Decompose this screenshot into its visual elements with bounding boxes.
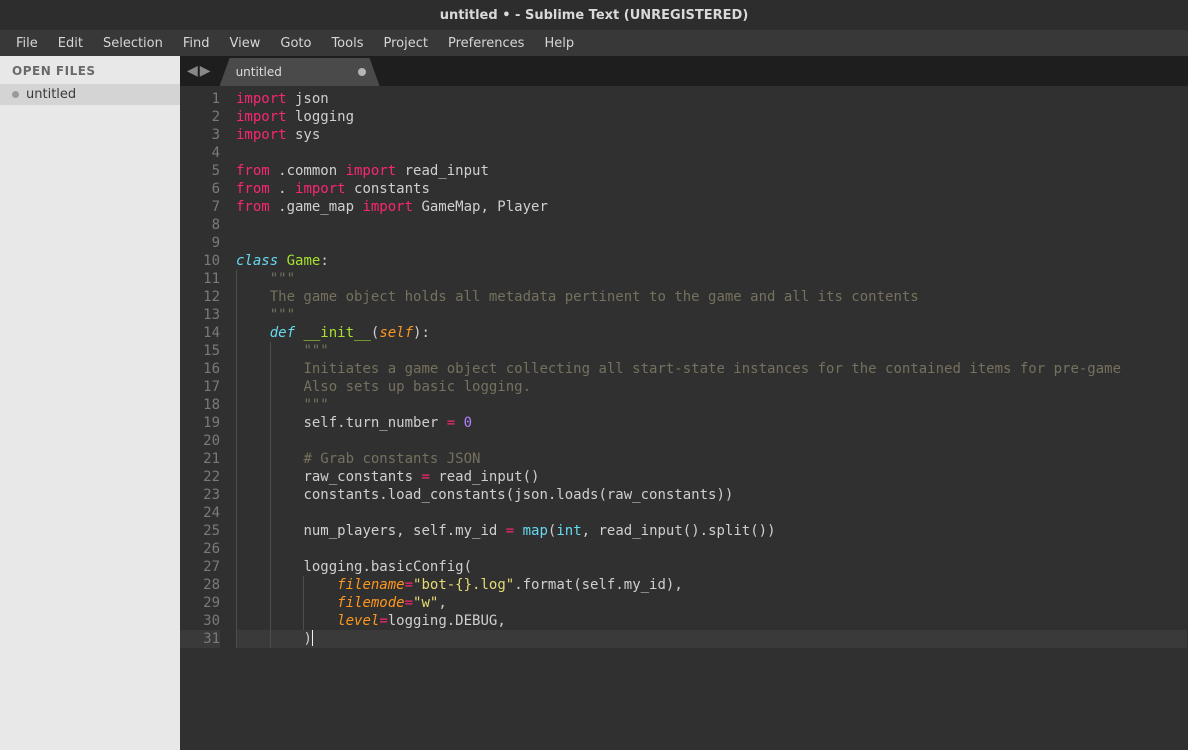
code-line[interactable] — [236, 540, 1187, 558]
line-number: 9 — [180, 234, 220, 252]
menu-help[interactable]: Help — [534, 33, 584, 54]
line-number: 30 — [180, 612, 220, 630]
code-line[interactable] — [236, 144, 1187, 162]
menu-view[interactable]: View — [220, 33, 271, 54]
code-content[interactable]: import jsonimport loggingimport sys from … — [230, 86, 1187, 750]
code-line[interactable]: Initiates a game object collecting all s… — [236, 360, 1187, 378]
code-line[interactable]: filemode="w", — [236, 594, 1187, 612]
line-number: 5 — [180, 162, 220, 180]
code-line[interactable] — [236, 234, 1187, 252]
line-number: 31 — [180, 630, 220, 648]
code-line[interactable]: import sys — [236, 126, 1187, 144]
line-number: 15 — [180, 342, 220, 360]
line-number: 14 — [180, 324, 220, 342]
line-number: 6 — [180, 180, 220, 198]
open-file-item[interactable]: untitled — [0, 84, 180, 105]
line-number: 7 — [180, 198, 220, 216]
line-number: 16 — [180, 360, 220, 378]
menu-tools[interactable]: Tools — [321, 33, 373, 54]
editor-pane: ◀ ▶ untitled 123456789101112131415161718… — [180, 56, 1188, 750]
window-titlebar: untitled • - Sublime Text (UNREGISTERED) — [0, 0, 1188, 30]
code-line[interactable]: raw_constants = read_input() — [236, 468, 1187, 486]
line-number: 4 — [180, 144, 220, 162]
line-number: 21 — [180, 450, 220, 468]
code-line[interactable]: The game object holds all metadata perti… — [236, 288, 1187, 306]
tab-modified-dot-icon — [358, 68, 366, 76]
code-line[interactable]: constants.load_constants(json.loads(raw_… — [236, 486, 1187, 504]
code-line[interactable]: Also sets up basic logging. — [236, 378, 1187, 396]
tab-history-forward-icon[interactable]: ▶ — [199, 63, 212, 79]
tab[interactable]: untitled — [220, 58, 380, 86]
tab-bar: ◀ ▶ untitled — [180, 56, 1188, 86]
window-title: untitled • - Sublime Text (UNREGISTERED) — [440, 8, 749, 23]
code-line[interactable]: class Game: — [236, 252, 1187, 270]
line-number: 18 — [180, 396, 220, 414]
code-line[interactable]: import json — [236, 90, 1187, 108]
line-number: 11 — [180, 270, 220, 288]
line-number: 27 — [180, 558, 220, 576]
sidebar-open-files-header: OPEN FILES — [0, 56, 180, 84]
line-number: 19 — [180, 414, 220, 432]
menu-goto[interactable]: Goto — [270, 33, 321, 54]
code-line[interactable]: self.turn_number = 0 — [236, 414, 1187, 432]
code-line[interactable]: """ — [236, 396, 1187, 414]
line-number: 22 — [180, 468, 220, 486]
modified-dot-icon — [12, 91, 19, 98]
line-number: 12 — [180, 288, 220, 306]
line-number: 20 — [180, 432, 220, 450]
code-line[interactable]: def __init__(self): — [236, 324, 1187, 342]
menu-find[interactable]: Find — [173, 33, 220, 54]
tab-label: untitled — [236, 65, 282, 79]
code-line[interactable]: # Grab constants JSON — [236, 450, 1187, 468]
code-line[interactable]: logging.basicConfig( — [236, 558, 1187, 576]
menu-project[interactable]: Project — [373, 33, 437, 54]
line-number: 29 — [180, 594, 220, 612]
menu-preferences[interactable]: Preferences — [438, 33, 534, 54]
code-line[interactable] — [236, 216, 1187, 234]
code-line[interactable]: from .common import read_input — [236, 162, 1187, 180]
text-cursor — [312, 630, 313, 646]
line-number: 24 — [180, 504, 220, 522]
line-number: 2 — [180, 108, 220, 126]
line-number: 26 — [180, 540, 220, 558]
code-line[interactable]: """ — [236, 306, 1187, 324]
line-number: 1 — [180, 90, 220, 108]
line-number: 25 — [180, 522, 220, 540]
code-line[interactable]: """ — [236, 342, 1187, 360]
line-number: 3 — [180, 126, 220, 144]
code-line[interactable]: num_players, self.my_id = map(int, read_… — [236, 522, 1187, 540]
line-number: 13 — [180, 306, 220, 324]
line-number: 8 — [180, 216, 220, 234]
code-line[interactable]: """ — [236, 270, 1187, 288]
line-number: 17 — [180, 378, 220, 396]
code-area[interactable]: 1234567891011121314151617181920212223242… — [180, 86, 1188, 750]
code-line[interactable]: from .game_map import GameMap, Player — [236, 198, 1187, 216]
code-line[interactable]: from . import constants — [236, 180, 1187, 198]
menu-edit[interactable]: Edit — [48, 33, 93, 54]
line-number: 28 — [180, 576, 220, 594]
code-line[interactable]: filename="bot-{}.log".format(self.my_id)… — [236, 576, 1187, 594]
code-line[interactable] — [236, 432, 1187, 450]
line-number-gutter: 1234567891011121314151617181920212223242… — [180, 86, 230, 750]
menu-selection[interactable]: Selection — [93, 33, 173, 54]
code-line[interactable] — [236, 504, 1187, 522]
line-number: 23 — [180, 486, 220, 504]
line-number: 10 — [180, 252, 220, 270]
code-line[interactable]: level=logging.DEBUG, — [236, 612, 1187, 630]
open-file-name: untitled — [26, 87, 76, 102]
sidebar: OPEN FILES untitled — [0, 56, 180, 750]
code-line[interactable]: import logging — [236, 108, 1187, 126]
tab-history-back-icon[interactable]: ◀ — [186, 63, 199, 79]
code-line[interactable]: ) — [236, 630, 1187, 648]
menu-bar: FileEditSelectionFindViewGotoToolsProjec… — [0, 30, 1188, 56]
tab-nav-arrows: ◀ ▶ — [180, 56, 218, 86]
menu-file[interactable]: File — [6, 33, 48, 54]
